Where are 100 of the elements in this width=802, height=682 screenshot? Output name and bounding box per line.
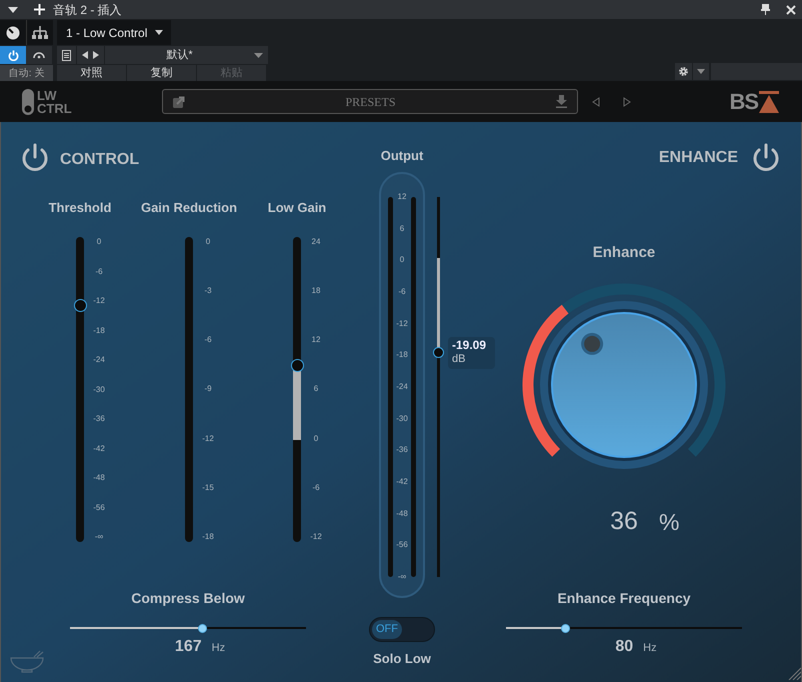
scale-label: -12 <box>202 434 214 444</box>
scale-label: -48 <box>93 473 105 483</box>
presets-label: PRESETS <box>344 94 396 110</box>
slider-track[interactable] <box>293 237 301 542</box>
bypass-button[interactable] <box>26 46 52 64</box>
next-icon[interactable] <box>93 51 99 59</box>
value-readout: 80 <box>615 638 634 656</box>
scale-label: 6 <box>400 224 404 234</box>
slider-label: Enhance Frequency <box>556 590 692 607</box>
slider-thumb[interactable] <box>560 624 570 632</box>
scale-label: -∞ <box>94 532 104 542</box>
scale-label: -18 <box>93 326 105 336</box>
scale-label: -6 <box>312 482 320 493</box>
scale-label: 0 <box>400 255 404 266</box>
scale-label: -12 <box>310 532 322 542</box>
bowl-icon <box>10 649 44 673</box>
section-title: CONTROL <box>60 150 140 170</box>
automation-label[interactable]: 自动: 关 <box>0 65 53 81</box>
section-title: ENHANCE <box>658 148 738 168</box>
scale-label: 0 <box>206 237 210 247</box>
scale-label: -6 <box>398 286 406 297</box>
slider-label: Compress Below <box>130 590 246 607</box>
scale-label: -18 <box>202 532 214 542</box>
scale-label: -30 <box>93 384 105 394</box>
list-icon <box>62 50 71 60</box>
window-title: 音轨 2 - 插入 <box>53 2 122 18</box>
scale-label: 24 <box>312 237 320 247</box>
toggle-label: Solo Low <box>372 651 432 667</box>
power-icon[interactable] <box>751 143 781 173</box>
knob-label: Enhance <box>592 244 656 262</box>
scale-label: -3 <box>204 286 212 296</box>
pin-icon[interactable] <box>761 4 770 15</box>
previous-icon[interactable] <box>82 51 88 59</box>
unit-label: dB <box>452 353 466 366</box>
slider-thumb[interactable] <box>198 624 207 632</box>
value-readout: -19.09 <box>452 338 488 353</box>
scale-label: 12 <box>398 192 406 202</box>
logo-text: LW <box>37 88 58 102</box>
unit-label: % <box>659 508 680 536</box>
power-icon <box>8 50 18 60</box>
scale-label: -42 <box>93 444 105 454</box>
scale-label: -24 <box>396 382 408 392</box>
close-icon[interactable] <box>786 4 796 14</box>
add-icon[interactable] <box>34 4 45 15</box>
scale-label: -12 <box>396 318 408 329</box>
insert-tab[interactable]: 1 - Low Control <box>57 20 171 45</box>
scale-label: -36 <box>93 414 105 424</box>
scale-label: -42 <box>396 476 408 487</box>
channel-label: Gain Reduction <box>140 200 238 216</box>
scale-label: 6 <box>314 384 318 394</box>
solo-toggle[interactable]: OFF <box>369 617 435 642</box>
value-readout: 167 <box>174 638 202 656</box>
power-button[interactable] <box>0 46 26 64</box>
scale-label: -12 <box>93 296 105 306</box>
unit-label: Hz <box>212 641 226 655</box>
scale-label: -15 <box>202 482 214 493</box>
dial-icon <box>6 26 20 40</box>
scale-label: 12 <box>312 335 320 346</box>
preset-list-button[interactable] <box>57 46 76 64</box>
text-field[interactable] <box>711 63 802 80</box>
caret-icon <box>697 69 705 74</box>
scale-label: -30 <box>396 414 408 424</box>
dropdown-button[interactable] <box>693 63 709 80</box>
scale-label: -24 <box>93 355 105 365</box>
triangle-logo-icon <box>758 90 780 112</box>
caret-icon <box>254 52 263 58</box>
arc-icon <box>33 51 45 59</box>
caret-icon <box>155 30 164 35</box>
toggle-icon <box>22 88 34 114</box>
slider-thumb[interactable] <box>290 358 304 372</box>
power-icon[interactable] <box>20 143 50 173</box>
logo-text: CTRL <box>37 102 72 114</box>
output-label: Output <box>380 148 424 164</box>
scale-label: -56 <box>396 540 408 550</box>
preset-dropdown[interactable]: 默认* <box>105 46 268 64</box>
scale-label: -9 <box>204 384 212 394</box>
action-button[interactable]: 对照 <box>57 65 126 82</box>
presets-bar[interactable]: PRESETS <box>162 89 578 114</box>
value-readout: 36 <box>609 507 639 535</box>
scale-label: -56 <box>93 502 105 512</box>
scale-label: -48 <box>396 508 408 519</box>
scale-label: -6 <box>95 266 103 276</box>
scale-label: 18 <box>312 286 320 296</box>
settings-button[interactable] <box>675 63 692 80</box>
slider-track[interactable] <box>76 237 84 542</box>
settings-icon <box>678 66 689 77</box>
dropdown-icon[interactable] <box>8 6 18 12</box>
scale-label: 0 <box>314 434 318 444</box>
unit-label: Hz <box>643 641 657 655</box>
slider-thumb[interactable] <box>74 299 86 312</box>
export-icon[interactable] <box>173 96 185 108</box>
resize-grip-icon[interactable] <box>787 666 801 680</box>
fader-thumb[interactable] <box>433 347 444 358</box>
brand-logo-text: BS <box>729 90 758 112</box>
download-icon[interactable] <box>556 95 567 108</box>
scale-label: -∞ <box>398 572 406 582</box>
scale-label: -6 <box>204 335 212 346</box>
scale-label: 0 <box>96 237 102 247</box>
action-button[interactable]: 复制 <box>127 65 196 82</box>
routing-icon <box>32 26 48 40</box>
